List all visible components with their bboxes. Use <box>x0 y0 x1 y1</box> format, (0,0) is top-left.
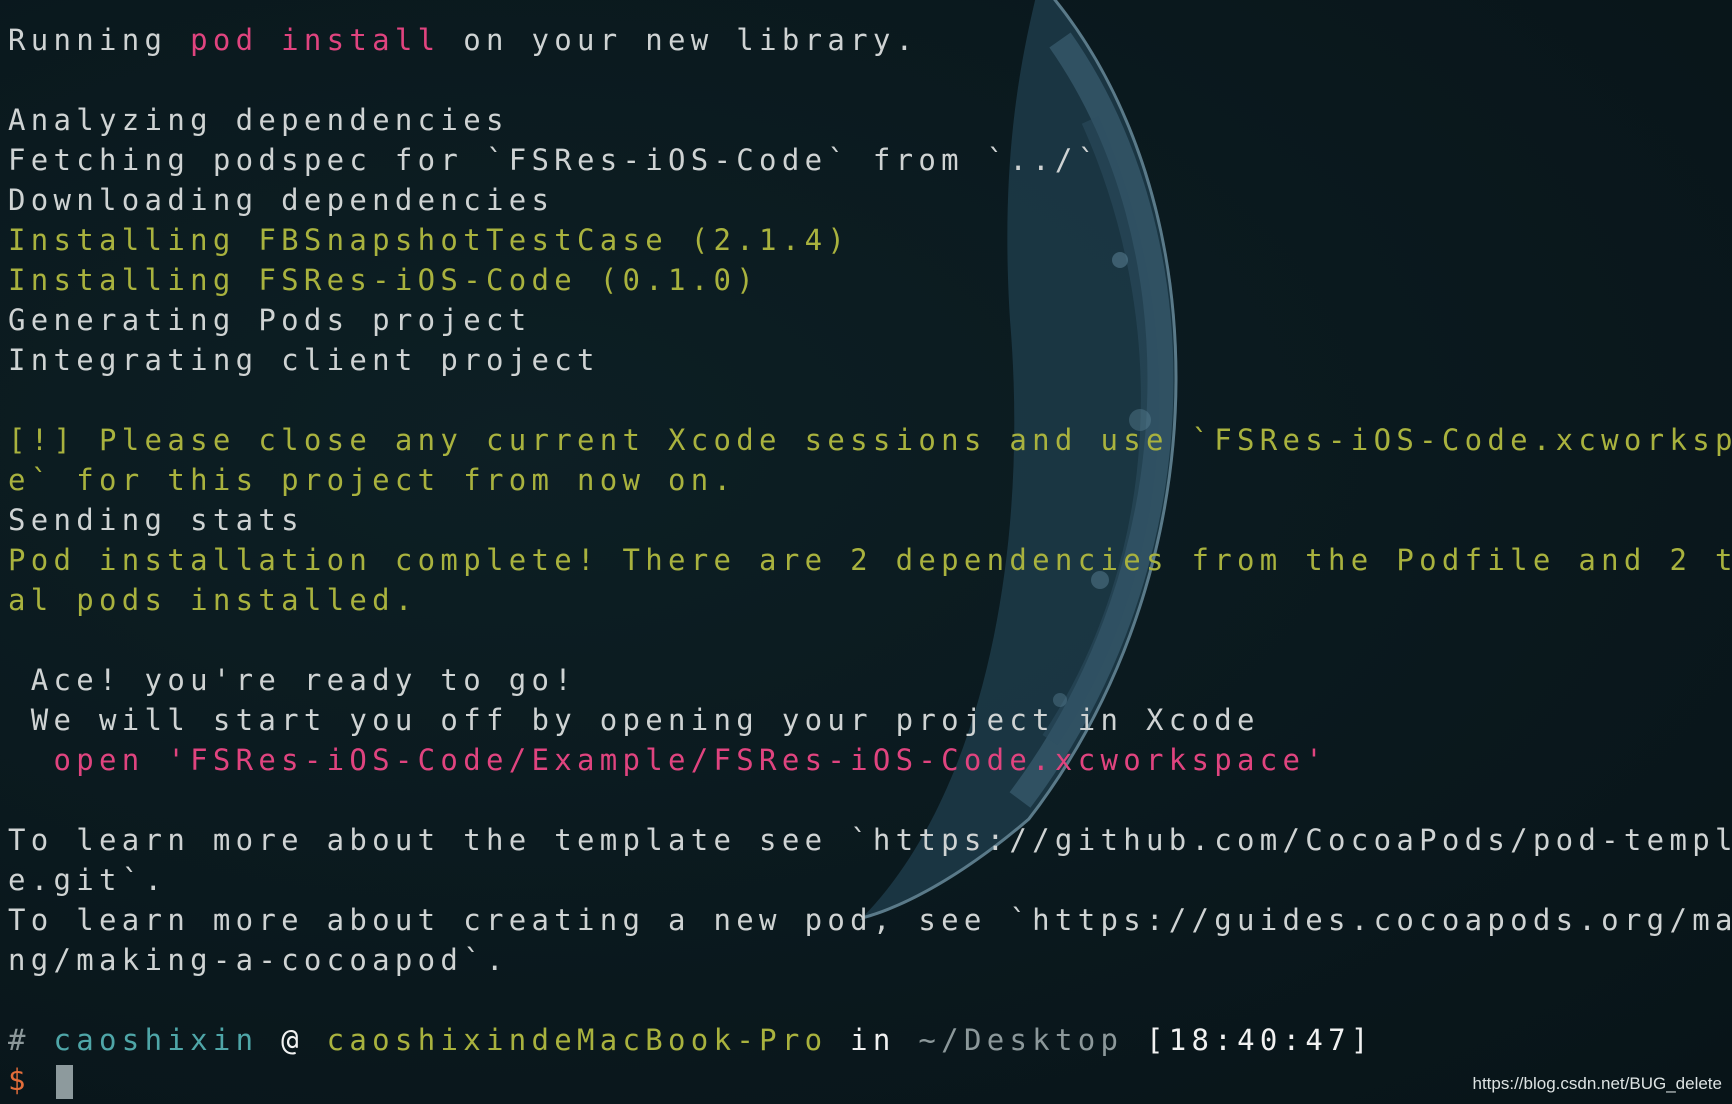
terminal-text-segment: Sending stats <box>8 503 304 537</box>
terminal-text-segment: Ace! you're ready to go! <box>8 663 577 697</box>
terminal-line: Installing FSRes-iOS-Code (0.1.0) <box>8 260 1724 300</box>
terminal-line: Generating Pods project <box>8 300 1724 340</box>
terminal-text-segment: Installing FBSnapshotTestCase (2.1.4) <box>8 223 851 257</box>
terminal-line: To learn more about the template see `ht… <box>8 820 1732 860</box>
terminal-text-segment: To learn more about the template see `ht… <box>8 823 1732 857</box>
terminal-line: Integrating client project <box>8 340 1724 380</box>
terminal-text-segment: on your new library. <box>440 23 919 57</box>
terminal-text-segment: al pods installed. <box>8 583 418 617</box>
terminal-line: # caoshixin @ caoshixindeMacBook-Pro in … <box>8 1020 1724 1060</box>
watermark-url: https://blog.csdn.net/BUG_delete <box>1472 1074 1723 1093</box>
terminal-line: Downloading dependencies <box>8 180 1724 220</box>
terminal-text-segment: [!] Please close any current Xcode sessi… <box>8 423 1732 457</box>
terminal-line: e` for this project from now on. <box>8 460 1724 500</box>
terminal-line: open 'FSRes-iOS-Code/Example/FSRes-iOS-C… <box>8 740 1724 780</box>
terminal-text-segment: e` for this project from now on. <box>8 463 737 497</box>
terminal-text-segment: Pod installation complete! There are 2 d… <box>8 543 1732 577</box>
terminal-text-segment: Running <box>8 23 191 57</box>
terminal-text-segment: Installing FSRes-iOS-Code (0.1.0) <box>8 263 760 297</box>
terminal-line: To learn more about creating a new pod, … <box>8 900 1732 940</box>
prompt-symbol: $ <box>8 1063 31 1097</box>
terminal-text-segment: caoshixindeMacBook-Pro <box>326 1023 828 1057</box>
terminal-text-segment: Analyzing dependencies <box>8 103 509 137</box>
terminal-text-segment: caoshixin <box>53 1023 259 1057</box>
terminal-output[interactable]: Running pod install on your new library.… <box>8 20 1732 1100</box>
terminal-text-segment: Integrating client project <box>8 343 600 377</box>
terminal-text-segment: Fetching podspec for `FSRes-iOS-Code` fr… <box>8 143 1101 177</box>
terminal-text-segment: Downloading dependencies <box>8 183 555 217</box>
shell-prompt-line[interactable]: $ <box>8 1060 1724 1100</box>
terminal-text-segment: pod install <box>190 23 441 57</box>
terminal-line: ng/making-a-cocoapod`. <box>8 940 1724 980</box>
terminal-line: Sending stats <box>8 500 1724 540</box>
terminal-text-segment: in <box>827 1023 919 1057</box>
terminal-line: Pod installation complete! There are 2 d… <box>8 540 1732 580</box>
terminal-text-segment: # <box>8 1023 54 1057</box>
terminal-line: Analyzing dependencies <box>8 100 1724 140</box>
terminal-text-segment: open 'FSRes-iOS-Code/Example/FSRes-iOS-C… <box>8 743 1329 777</box>
terminal-text-segment: ~/Desktop <box>918 1023 1124 1057</box>
terminal-line: Installing FBSnapshotTestCase (2.1.4) <box>8 220 1724 260</box>
terminal-text-segment: e.git`. <box>8 863 168 897</box>
terminal-text-segment: ng/making-a-cocoapod`. <box>8 943 509 977</box>
terminal-line: [!] Please close any current Xcode sessi… <box>8 420 1732 460</box>
terminal-text-segment: Generating Pods project <box>8 303 532 337</box>
terminal-text-segment: We will start you off by opening your pr… <box>8 703 1260 737</box>
terminal-line: Ace! you're ready to go! <box>8 660 1724 700</box>
terminal-line: e.git`. <box>8 860 1724 900</box>
terminal-line: Fetching podspec for `FSRes-iOS-Code` fr… <box>8 140 1724 180</box>
terminal-text-segment: To learn more about creating a new pod, … <box>8 903 1732 937</box>
terminal-text-segment: [18:40:47] <box>1123 1023 1374 1057</box>
text-cursor[interactable] <box>55 1065 73 1099</box>
terminal-text-segment: @ <box>258 1023 327 1057</box>
terminal-line: al pods installed. <box>8 580 1724 620</box>
terminal-line: Running pod install on your new library. <box>8 20 1724 60</box>
terminal-line: We will start you off by opening your pr… <box>8 700 1724 740</box>
